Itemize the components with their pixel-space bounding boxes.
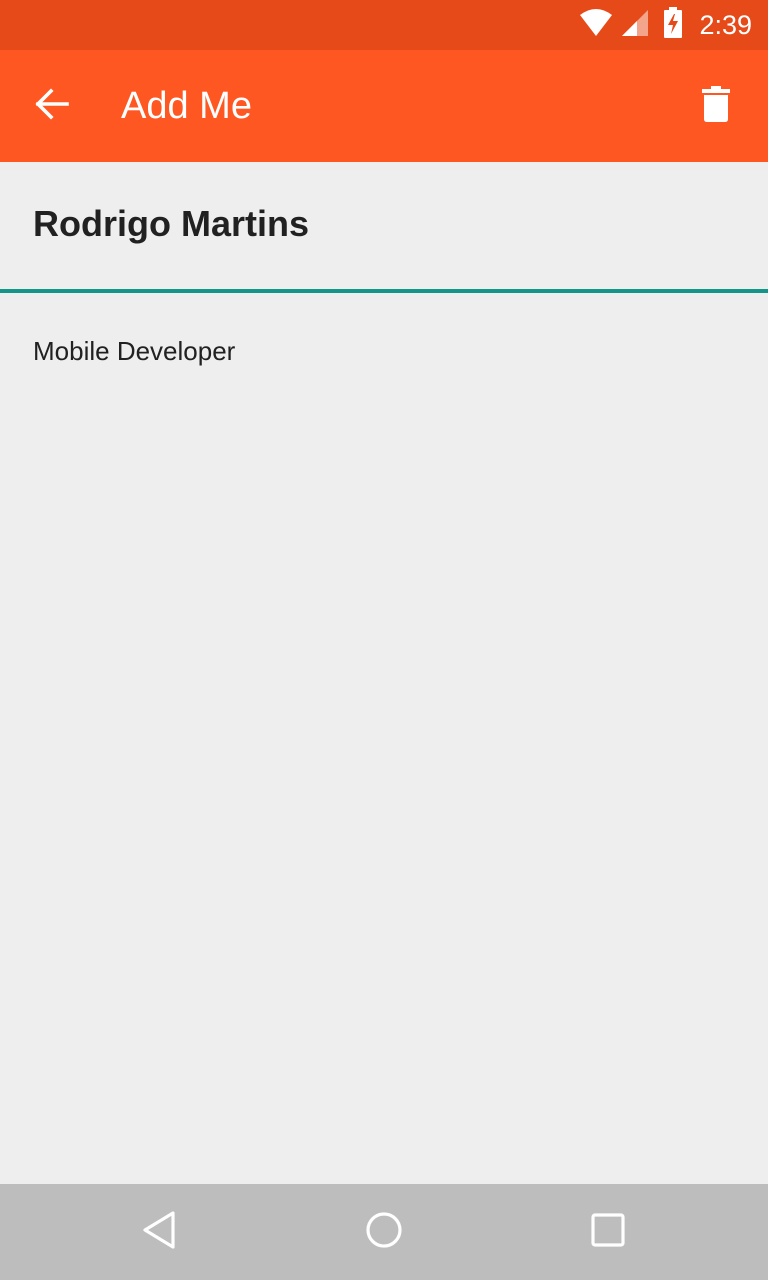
signal-icon <box>619 9 649 42</box>
arrow-back-icon <box>35 87 69 126</box>
name-input-value[interactable]: Rodrigo Martins <box>33 162 309 286</box>
nav-home-button[interactable] <box>356 1204 412 1260</box>
system-nav-bar <box>0 1184 768 1280</box>
nav-recents-button[interactable] <box>580 1204 636 1260</box>
name-field[interactable]: Rodrigo Martins <box>0 162 768 293</box>
role-field[interactable]: Mobile Developer <box>33 336 235 367</box>
back-button[interactable] <box>24 78 80 134</box>
status-time: 2:39 <box>699 9 752 40</box>
name-field-underline <box>0 289 768 293</box>
nav-back-button[interactable] <box>132 1204 188 1260</box>
trash-icon <box>702 85 730 127</box>
status-bar: 2:39 <box>0 0 768 50</box>
app-bar: Add Me <box>0 50 768 162</box>
page-title: Add Me <box>121 85 252 127</box>
home-circle-icon <box>364 1210 404 1255</box>
status-icons: 2:39 <box>579 0 752 50</box>
battery-charging-icon <box>663 6 683 44</box>
back-triangle-icon <box>140 1210 180 1255</box>
wifi-icon <box>579 8 613 42</box>
delete-button[interactable] <box>688 78 744 134</box>
recents-square-icon <box>588 1210 628 1255</box>
